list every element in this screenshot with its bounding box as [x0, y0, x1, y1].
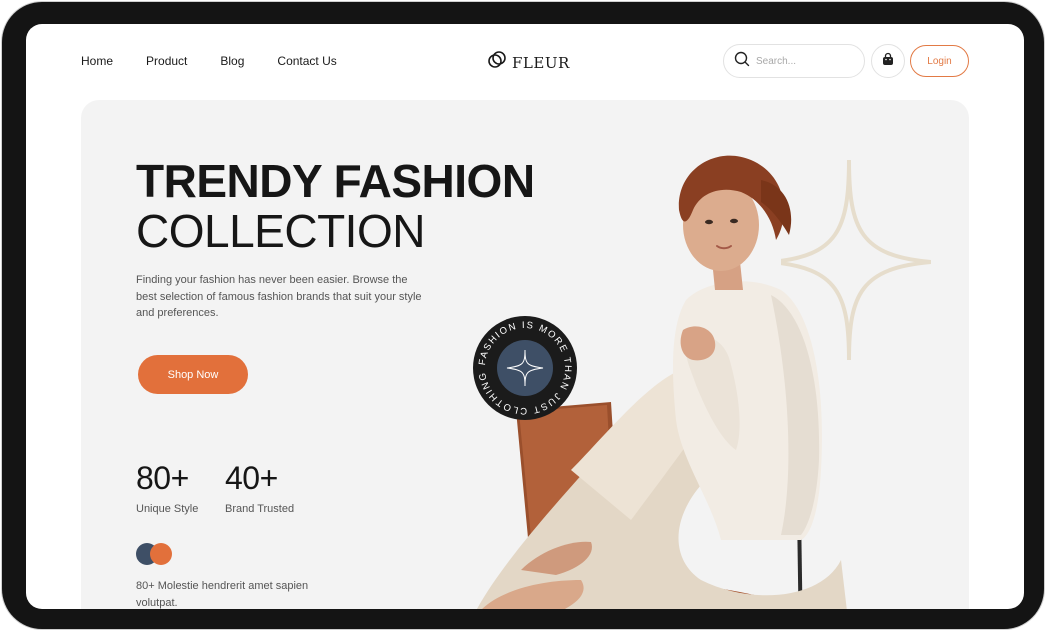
search-bar[interactable] — [723, 44, 865, 78]
stat-value: 40+ — [225, 460, 278, 496]
stat-label: Unique Style — [136, 503, 199, 515]
stat-unique-style: 80+ Unique Style — [136, 460, 198, 515]
orange-dot — [150, 543, 172, 565]
hero-section: FASHION IS MORE THAN JUST CLOTHING TREND… — [81, 100, 969, 609]
hero-footnote: 80+ Molestie hendrerit amet sapien volut… — [136, 580, 309, 609]
cart-button[interactable] — [871, 44, 905, 78]
nav-link-blog[interactable]: Blog — [220, 54, 244, 68]
nav-link-home[interactable]: Home — [81, 54, 113, 68]
nav-link-contact[interactable]: Contact Us — [277, 54, 336, 68]
tablet-frame: Home Product Blog Contact Us FLEUR Searc… — [2, 2, 1044, 629]
hero-title-line2: COLLECTION — [136, 205, 425, 257]
interlocked-rings-icon — [487, 50, 507, 75]
brand-logo[interactable]: FLEUR — [487, 50, 570, 75]
brand-name: FLEUR — [512, 53, 570, 72]
search-input[interactable] — [756, 55, 851, 67]
login-button[interactable]: Login — [910, 45, 969, 77]
screen: Home Product Blog Contact Us FLEUR Searc… — [26, 24, 1024, 609]
hero-description: Finding your fashion has never been easi… — [136, 274, 422, 319]
stat-value: 80+ — [136, 460, 189, 496]
shop-now-button[interactable]: Shop Now — [138, 355, 248, 394]
stat-label: Brand Trusted — [225, 503, 295, 515]
color-dots — [136, 543, 176, 567]
stat-brand-trusted: 40+ Brand Trusted — [225, 460, 294, 515]
clothing-badge: FASHION IS MORE THAN JUST CLOTHING — [473, 316, 577, 420]
hero-title-line1: TRENDY FASHION — [136, 155, 535, 207]
search-icon — [734, 51, 750, 72]
main-nav: Home Product Blog Contact Us — [81, 54, 337, 68]
nav-link-product[interactable]: Product — [146, 54, 187, 68]
shopping-bag-icon — [881, 52, 895, 71]
